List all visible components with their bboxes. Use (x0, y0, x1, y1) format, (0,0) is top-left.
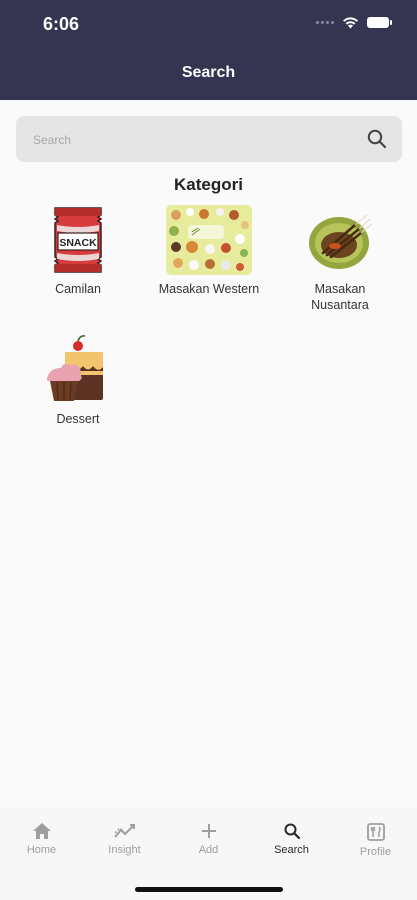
category-label: Masakan Nusantara (311, 282, 369, 312)
nav-label: Insight (108, 844, 141, 856)
app-header: 6:06 Search (0, 0, 417, 100)
insight-icon (113, 824, 135, 838)
category-label: Dessert (56, 412, 100, 426)
category-section-title: Kategori (174, 175, 243, 194)
search-bar (16, 116, 402, 164)
category-masakan-nusantara[interactable]: Masakan Nusantara (275, 205, 405, 313)
cake-cupcake-icon (46, 335, 103, 401)
category-masakan-western[interactable]: Masakan Western (144, 205, 274, 297)
home-indicator (135, 887, 283, 892)
nav-insight[interactable]: Insight (83, 822, 166, 856)
search-input[interactable] (31, 116, 355, 164)
nav-profile[interactable]: Profile (334, 822, 417, 858)
status-icons (316, 16, 392, 29)
category-label: Camilan (55, 282, 101, 296)
battery-icon (367, 17, 392, 28)
nav-home[interactable]: Home (0, 822, 83, 856)
nav-add[interactable]: Add (167, 822, 250, 856)
category-dessert[interactable]: Dessert (13, 335, 143, 427)
satay-plate-icon (309, 214, 373, 269)
page-title: Search (181, 64, 236, 81)
profile-icon (366, 823, 385, 841)
snack-bag-text: SNACK (59, 237, 97, 249)
nav-label: Add (198, 844, 219, 856)
snack-bag-icon: SNACK (53, 207, 103, 273)
category-camilan[interactable]: SNACK Camilan (13, 205, 143, 297)
home-icon (32, 823, 51, 839)
search-icon (284, 823, 300, 840)
nav-search[interactable]: Search (250, 822, 333, 856)
cellular-signal-icon (316, 21, 334, 24)
status-time: 6:06 (43, 14, 80, 34)
nav-label: Home (26, 844, 57, 856)
search-icon[interactable] (366, 128, 388, 150)
wifi-icon (343, 17, 358, 29)
category-label: Masakan Western (158, 282, 260, 296)
western-food-collage-icon (166, 205, 252, 275)
nav-label: Search (274, 844, 309, 856)
plus-icon (201, 824, 216, 838)
nav-label: Profile (359, 846, 392, 858)
